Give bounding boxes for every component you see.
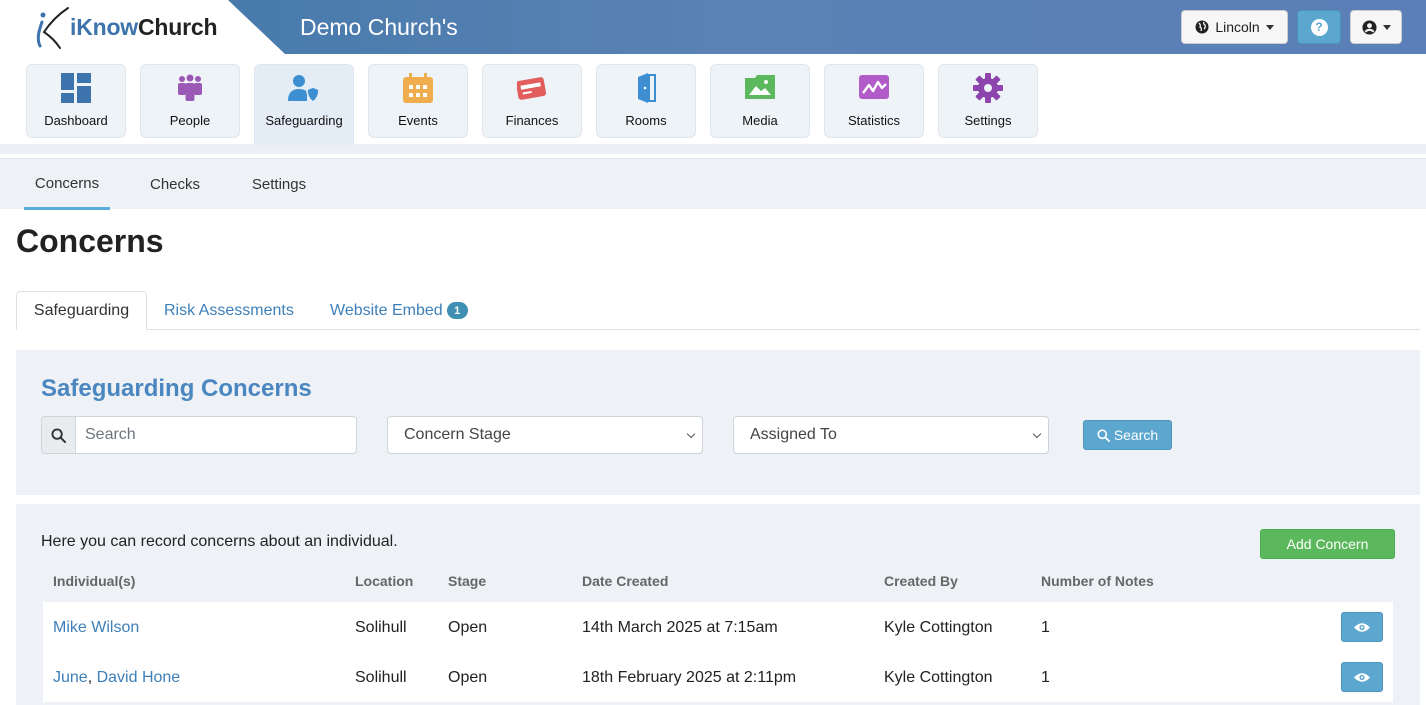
church-name: Demo Church's [300, 14, 458, 40]
calendar-icon [402, 72, 434, 104]
module-label: Events [398, 113, 438, 128]
column-header-date-created: Date Created [582, 573, 669, 589]
intro-text: Here you can record concerns about an in… [41, 533, 398, 550]
individuals-cell: June, David Hone [53, 669, 180, 687]
individuals-cell: Mike Wilson [53, 619, 139, 637]
view-button[interactable] [1341, 662, 1383, 692]
logo-text: iKnowChurch [70, 14, 218, 41]
module-label: Dashboard [44, 113, 108, 128]
panel-title: Safeguarding Concerns [41, 375, 312, 402]
concern-stage-label: Concern Stage [404, 426, 511, 443]
column-header-individuals: Individual(s) [53, 573, 136, 589]
module-people[interactable]: People [140, 64, 240, 138]
subtab-settings[interactable]: Settings [240, 159, 318, 210]
search-icon [41, 416, 75, 454]
chevron-down-icon [686, 429, 696, 439]
add-concern-button[interactable]: Add Concern [1260, 529, 1395, 559]
separator: , [87, 669, 97, 686]
search-icon [1097, 428, 1110, 442]
person-link[interactable]: June [53, 669, 88, 686]
credit-card-icon [516, 72, 548, 104]
created-by-cell: Kyle Cottington [884, 619, 993, 636]
module-settings[interactable]: Settings [938, 64, 1038, 138]
module-bar-divider [0, 144, 1426, 154]
module-label: Safeguarding [265, 113, 343, 128]
assigned-to-label: Assigned To [750, 426, 837, 443]
door-icon [630, 72, 662, 104]
logo-prefix: iKnow [70, 14, 138, 40]
module-dashboard[interactable]: Dashboard [26, 64, 126, 138]
column-header-stage: Stage [448, 573, 487, 589]
page-title: Concerns [16, 223, 164, 259]
person-link[interactable]: Mike Wilson [53, 619, 139, 636]
module-safeguarding[interactable]: Safeguarding [254, 64, 354, 145]
people-icon [174, 72, 206, 104]
tab-safeguarding[interactable]: Safeguarding [16, 291, 147, 330]
module-label: Finances [505, 113, 559, 128]
view-button[interactable] [1341, 612, 1383, 642]
search-button-label: Search [1113, 427, 1159, 443]
location-label: Lincoln [1215, 19, 1260, 35]
concern-stage-select[interactable]: Concern Stage [387, 416, 703, 454]
safeguarding-icon [288, 72, 320, 104]
help-button[interactable]: ? [1297, 10, 1341, 44]
dashboard-icon [60, 72, 92, 104]
user-menu-button[interactable] [1350, 10, 1402, 44]
module-statistics[interactable]: Statistics [824, 64, 924, 138]
tab-website-embed[interactable]: Website Embed 1 [330, 291, 468, 330]
module-events[interactable]: Events [368, 64, 468, 138]
module-label: Settings [964, 113, 1012, 128]
column-header-created-by: Created By [884, 573, 958, 589]
tab-website-embed-label: Website Embed [330, 301, 443, 319]
module-media[interactable]: Media [710, 64, 810, 138]
chevron-down-icon [1265, 24, 1274, 30]
eye-icon [1354, 622, 1370, 632]
created-by-cell: Kyle Cottington [884, 669, 993, 686]
subtab-checks[interactable]: Checks [138, 159, 212, 210]
logo-suffix: Church [138, 14, 218, 40]
logo-mark-icon [36, 7, 69, 49]
module-label: Statistics [847, 113, 900, 128]
stage-cell: Open [448, 619, 488, 636]
count-badge: 1 [446, 302, 468, 319]
person-link[interactable]: David Hone [97, 669, 181, 686]
notes-cell: 1 [1041, 669, 1050, 686]
location-cell: Solihull [355, 619, 407, 636]
module-finances[interactable]: Finances [482, 64, 582, 138]
chart-icon [858, 72, 890, 104]
user-circle-icon [1361, 19, 1377, 35]
search-button[interactable]: Search [1083, 420, 1172, 450]
subtab-concerns[interactable]: Concerns [24, 159, 110, 210]
eye-icon [1354, 672, 1370, 682]
notes-cell: 1 [1041, 619, 1050, 636]
image-icon [744, 72, 776, 104]
help-icon: ? [1310, 18, 1328, 36]
stage-cell: Open [448, 669, 488, 686]
location-dropdown[interactable]: Lincoln [1181, 10, 1288, 44]
date-cell: 18th February 2025 at 2:11pm [582, 669, 797, 686]
module-label: Media [742, 113, 778, 128]
date-cell: 14th March 2025 at 7:15am [582, 619, 778, 636]
chevron-down-icon [1032, 429, 1042, 439]
search-group [41, 416, 357, 454]
module-rooms[interactable]: Rooms [596, 64, 696, 138]
column-header-location: Location [355, 573, 414, 589]
sub-navigation: Concerns Checks Settings [0, 158, 1426, 210]
module-label: People [169, 113, 211, 128]
chevron-down-icon [1382, 24, 1391, 30]
column-header-notes: Number of Notes [1041, 573, 1154, 589]
search-input[interactable] [75, 416, 357, 454]
module-label: Rooms [625, 113, 667, 128]
tab-risk-assessments[interactable]: Risk Assessments [164, 291, 294, 330]
gear-icon [972, 72, 1004, 104]
location-cell: Solihull [355, 669, 407, 686]
globe-icon [1195, 20, 1209, 34]
assigned-to-select[interactable]: Assigned To [733, 416, 1049, 454]
